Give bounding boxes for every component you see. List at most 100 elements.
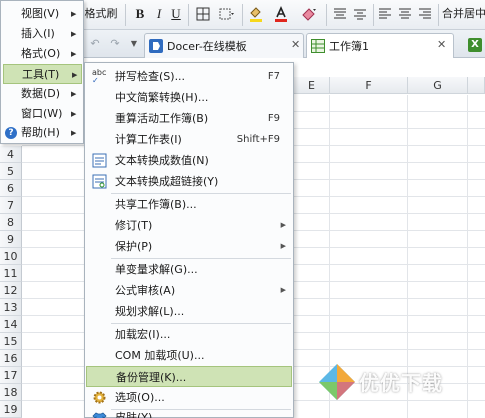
menu-item-label: 窗口(W) [21,107,63,120]
align-right-button[interactable] [416,4,434,24]
toolbar-separator [188,4,189,26]
close-icon[interactable]: ✕ [437,38,446,51]
format-painter-button[interactable]: 格式刷 [82,4,120,24]
align-middle-button[interactable] [351,4,369,24]
merge-center-button[interactable]: 合并居中 [442,4,485,24]
menu-item-protect[interactable]: 保护(P) ▶ [86,236,292,257]
tab-list-dropdown[interactable]: ▼ [128,34,140,54]
menu-item-solver[interactable]: 规划求解(L)... [86,301,292,322]
italic-button[interactable]: I [152,4,166,24]
menu-item-spell-check[interactable]: abc ✓ 拼写检查(S)... F7 [86,66,292,87]
row-header[interactable]: 15 [0,333,22,350]
bold-button[interactable]: B [132,4,148,24]
row-header[interactable]: 6 [0,180,22,197]
row-header[interactable]: 8 [0,214,22,231]
align-left-button[interactable] [376,4,394,24]
menu-item-formula-auditing[interactable]: 公式审核(A) ▶ [86,280,292,301]
text-to-hyperlink-icon [92,174,107,189]
menu-item-help[interactable]: ? 帮助(H) ▶ [3,123,82,143]
close-icon[interactable]: ✕ [291,38,300,51]
menu-item-label: 修订(T) [115,219,153,232]
spell-check-icon: abc ✓ [92,68,107,85]
menu-item-tools[interactable]: 工具(T) ▶ [3,64,82,84]
menu-item-label: 共享工作簿(B)... [115,198,197,211]
menu-item-recalc-workbook[interactable]: 重算活动工作簿(B) F9 [86,108,292,129]
forward-arrow-icon[interactable]: ↷ [108,34,122,54]
row-header[interactable]: 11 [0,265,22,282]
menu-item-label: 拼写检查(S)... [115,70,186,83]
menu-item-add-ins[interactable]: 加载宏(I)... [86,324,292,345]
tab-workbook1[interactable]: 工作簿1 ✕ [306,33,454,58]
toolbar-separator [326,4,327,26]
menu-item-com-add-ins[interactable]: COM 加载项(U)... [86,345,292,366]
column-header-f[interactable]: F [330,77,408,94]
row-header[interactable]: 16 [0,350,22,367]
underline-button[interactable]: U [169,4,183,24]
menu-item-skin[interactable]: 皮肤(Y)... [86,398,292,418]
new-sheet-icon[interactable]: X [468,38,482,52]
menu-item-backup-manager[interactable]: 备份管理(K)... [86,366,292,387]
menu-item-insert[interactable]: 插入(I) ▶ [3,24,82,44]
align-top-button[interactable] [331,4,349,24]
row-header[interactable]: 17 [0,367,22,384]
menu-item-goal-seek[interactable]: 单变量求解(G)... [86,259,292,280]
font-color-icon [275,6,287,22]
toolbar-separator [373,4,374,26]
row-header[interactable]: 19 [0,401,22,418]
eraser-icon [302,8,316,21]
align-lines-icon [354,9,366,20]
menu-item-window[interactable]: 窗口(W) ▶ [3,104,82,124]
menu-item-label: COM 加载项(U)... [115,349,205,362]
cell-style-button[interactable] [216,4,238,24]
menu-item-track-changes[interactable]: 修订(T) ▶ [86,215,292,236]
row-header[interactable]: 5 [0,163,22,180]
borders-button[interactable] [192,4,214,24]
menu-item-label: 加载宏(I)... [115,328,171,341]
column-header-h[interactable] [468,77,485,94]
row-header[interactable]: 12 [0,282,22,299]
menu-item-calc-sheet[interactable]: 计算工作表(I) Shift+F9 [86,129,292,150]
fill-color-button[interactable] [245,4,267,24]
row-header[interactable]: 13 [0,299,22,316]
column-header-e[interactable]: E [294,77,330,94]
menu-item-share-workbook[interactable]: 共享工作簿(B)... [86,194,292,215]
menu-item-label: 规划求解(L)... [115,305,185,318]
menu-item-chinese-conversion[interactable]: 中文简繁转换(H)... [86,87,292,108]
menu-item-label: 公式审核(A) [115,284,176,297]
chevron-right-icon: ▶ [71,90,77,98]
paint-bucket-icon [250,7,262,22]
chevron-right-icon: ▶ [280,221,286,229]
menu-item-label: 视图(V) [21,7,60,20]
borders-icon [196,7,210,21]
tools-submenu: abc ✓ 拼写检查(S)... F7 中文简繁转换(H)... 重算活动工作簿(… [84,62,294,418]
row-header[interactable]: 7 [0,197,22,214]
shortcut-label: F9 [267,113,280,124]
align-center-button[interactable] [396,4,414,24]
tab-docer[interactable]: Docer-在线模板 ✕ [144,33,304,58]
chevron-right-icon: ▶ [71,50,77,58]
row-header[interactable]: 4 [0,146,22,163]
menu-item-view[interactable]: 视图(V) ▶ [3,4,82,24]
toolbar-separator [438,4,439,26]
row-header[interactable]: 10 [0,248,22,265]
back-arrow-icon[interactable]: ↶ [88,34,102,54]
align-right-icon [419,8,431,19]
row-header[interactable]: 14 [0,316,22,333]
menu-item-text-to-hyperlink[interactable]: 文本转换成超链接(Y) [86,171,292,192]
shirt-icon [92,412,107,418]
font-color-button[interactable] [270,4,292,24]
menu-item-label: 重算活动工作簿(B) [115,112,209,125]
menu-item-data[interactable]: 数据(D) ▶ [3,84,82,104]
clear-format-button[interactable] [296,4,322,24]
row-header[interactable]: 9 [0,231,22,248]
column-header-g[interactable]: G [408,77,468,94]
menu-item-label: 皮肤(Y)... [115,411,163,418]
spreadsheet-icon [311,39,325,53]
help-icon: ? [5,127,17,139]
toolbar-separator [125,4,126,26]
menu-item-format[interactable]: 格式(O) ▶ [3,44,82,64]
chevron-right-icon: ▶ [72,71,78,79]
shortcut-label: F7 [267,71,280,82]
menu-item-text-to-number[interactable]: 文本转换成数值(N) [86,150,292,171]
row-header[interactable]: 18 [0,384,22,401]
